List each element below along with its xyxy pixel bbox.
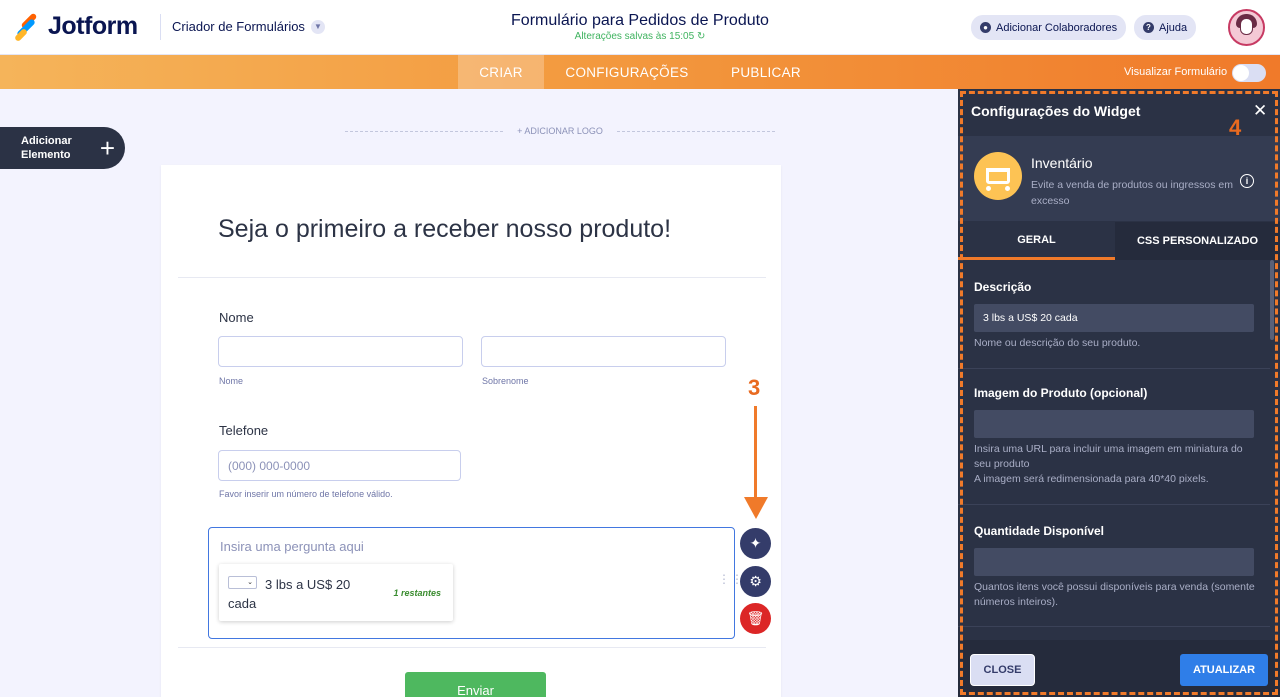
form-card: Seja o primeiro a receber nosso produto!…: [161, 165, 781, 697]
preview-form-label: Visualizar Formulário: [1124, 66, 1228, 78]
drag-handle-icon[interactable]: ⋮⋮: [718, 573, 743, 585]
builder-menu-label: Criador de Formulários: [172, 19, 305, 34]
field-settings-button[interactable]: ⚙: [740, 566, 771, 597]
product-image-label: Imagem do Produto (opcional): [974, 386, 1148, 400]
panel-footer: CLOSE ATUALIZAR: [958, 640, 1280, 697]
tab-settings[interactable]: CONFIGURAÇÕES: [552, 55, 702, 89]
close-icon[interactable]: ✕: [1253, 101, 1267, 121]
delete-field-button[interactable]: 🗑: [740, 603, 771, 634]
shopping-cart-icon: [974, 152, 1022, 200]
section-divider: [958, 504, 1270, 505]
phone-label: Telefone: [219, 423, 269, 438]
tab-custom-css[interactable]: CSS PERSONALIZADO: [1115, 222, 1280, 260]
dashed-line-right: [616, 130, 775, 132]
gear-icon: ⚙: [749, 573, 762, 589]
update-button[interactable]: ATUALIZAR: [1180, 654, 1268, 686]
plus-icon: +: [99, 133, 115, 163]
last-name-input[interactable]: [481, 336, 726, 367]
description-label: Descrição: [974, 280, 1032, 294]
jotform-logo[interactable]: Jotform: [13, 12, 138, 42]
panel-title: Configurações do Widget: [971, 103, 1141, 119]
refresh-icon: ↻: [696, 31, 706, 42]
phone-sublabel: Favor inserir um número de telefone váli…: [219, 489, 393, 499]
name-label: Nome: [219, 310, 254, 325]
avatar[interactable]: [1228, 9, 1265, 46]
add-element-label: Adicionar Elemento: [21, 135, 72, 161]
quantity-select[interactable]: ⌄: [228, 576, 257, 589]
form-title[interactable]: Formulário para Pedidos de Produto: [440, 12, 840, 30]
panel-scrollbar[interactable]: [1270, 260, 1274, 340]
widget-description: Evite a venda de produtos ou ingressos e…: [1031, 179, 1233, 207]
widget-settings-panel: Configurações do Widget ✕ 4 Inventário E…: [958, 89, 1280, 697]
quantity-help: Quantos itens você possui disponíveis pa…: [974, 581, 1255, 608]
panel-tabs: GERAL CSS PERSONALIZADO: [958, 222, 1280, 260]
brand-name: Jotform: [48, 12, 138, 40]
description-input[interactable]: 3 lbs a US$ 20 cada: [974, 304, 1254, 332]
add-logo-label: + ADICIONAR LOGO: [517, 126, 603, 136]
header-divider: [160, 14, 161, 40]
heading-divider: [178, 277, 766, 278]
top-header: Jotform Criador de Formulários ▼ Formulá…: [0, 0, 1280, 55]
first-name-sublabel: Nome: [219, 376, 244, 386]
add-collaborators-label: Adicionar Colaboradores: [996, 21, 1118, 34]
add-logo-button[interactable]: + ADICIONAR LOGO: [345, 124, 775, 138]
tab-create[interactable]: CRIAR: [458, 55, 544, 89]
tab-general[interactable]: GERAL: [958, 222, 1115, 260]
close-button[interactable]: CLOSE: [970, 654, 1035, 686]
product-image-help: Insira uma URL para incluir uma imagem e…: [974, 443, 1243, 485]
submit-button[interactable]: Enviar: [405, 672, 546, 697]
trash-icon: 🗑: [746, 610, 765, 626]
chevron-down-icon: ▼: [310, 19, 325, 34]
add-collaborators-button[interactable]: ● Adicionar Colaboradores: [971, 15, 1127, 40]
avatar-face: [1240, 18, 1253, 35]
add-element-button[interactable]: Adicionar Elemento +: [0, 127, 125, 169]
builder-menu[interactable]: Criador de Formulários ▼: [172, 19, 325, 34]
info-icon[interactable]: i: [1240, 174, 1254, 188]
phone-input[interactable]: (000) 000-0000: [218, 450, 461, 481]
help-icon: ?: [1143, 22, 1154, 33]
section-divider: [958, 368, 1270, 369]
save-status: Alterações salvas às 15:05 ↻: [574, 31, 706, 42]
inventory-item-card: 3 lbs a US$ 20 cada ⌄ 1 restantes: [219, 564, 453, 621]
widget-name: Inventário: [1031, 155, 1093, 171]
section-divider: [958, 626, 1270, 627]
help-label: Ajuda: [1159, 21, 1188, 34]
form-heading[interactable]: Seja o primeiro a receber nosso produto!: [218, 215, 671, 244]
step-3-annotation: 3: [748, 375, 761, 400]
magic-wand-button[interactable]: ✦: [740, 528, 771, 559]
annotation-arrow-line: [754, 406, 757, 498]
submit-divider: [178, 647, 766, 648]
inventory-widget-field[interactable]: Insira uma pergunta aqui 3 lbs a US$ 20 …: [208, 527, 743, 639]
user-icon: ●: [980, 22, 991, 33]
dashed-line-left: [345, 130, 504, 132]
chevron-down-icon: ⌄: [247, 579, 253, 586]
widget-question-label[interactable]: Insira uma pergunta aqui: [220, 539, 364, 554]
quantity-input[interactable]: [974, 548, 1254, 576]
builder-nav: CRIAR CONFIGURAÇÕES PUBLICAR Visualizar …: [0, 55, 1280, 89]
product-image-input[interactable]: [974, 410, 1254, 438]
quantity-label: Quantidade Disponível: [974, 524, 1105, 538]
magic-wand-icon: ✦: [749, 535, 762, 551]
inventory-remaining: 1 restantes: [393, 588, 441, 598]
help-button[interactable]: ? Ajuda: [1134, 15, 1197, 40]
description-help: Nome ou descrição do seu produto.: [974, 337, 1141, 349]
jotform-logo-icon: [13, 12, 40, 42]
tab-publish[interactable]: PUBLICAR: [718, 55, 814, 89]
widget-header: Inventário Evite a venda de produtos ou …: [958, 136, 1280, 221]
annotation-arrow-head: [744, 497, 768, 519]
last-name-sublabel: Sobrenome: [482, 376, 529, 386]
first-name-input[interactable]: [218, 336, 463, 367]
preview-form-toggle[interactable]: [1232, 64, 1266, 82]
